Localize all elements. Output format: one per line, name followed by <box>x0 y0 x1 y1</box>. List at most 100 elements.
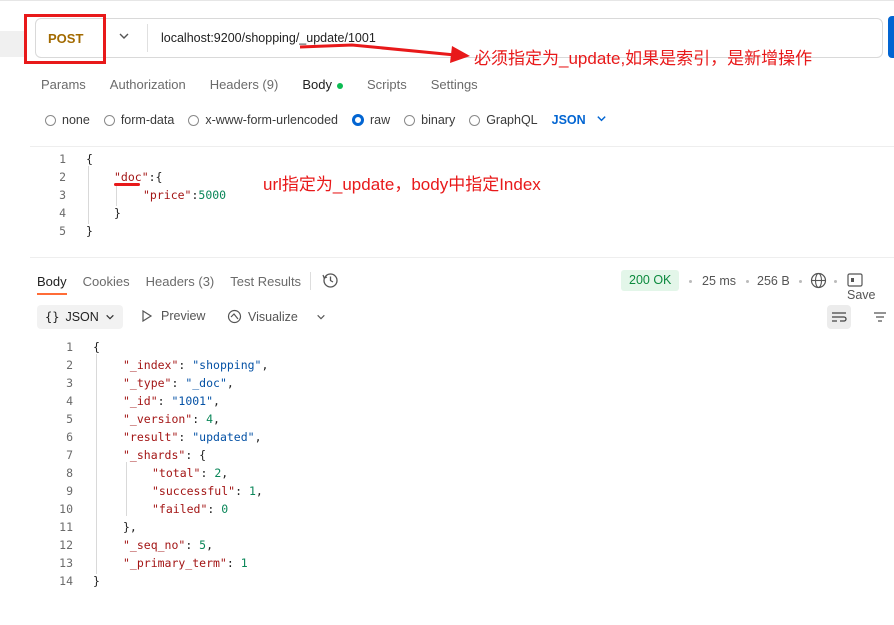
body-modified-dot <box>336 82 343 89</box>
tab-settings[interactable]: Settings <box>431 77 478 92</box>
code-line: "_primary_term": 1 <box>123 556 248 570</box>
save-response-button[interactable]: Save <box>847 273 894 302</box>
body-type-radios: none form-data x-www-form-urlencoded raw… <box>45 113 607 127</box>
line-number: 2 <box>59 170 66 184</box>
line-number: 6 <box>66 430 73 444</box>
play-icon <box>142 310 153 322</box>
visualize-icon <box>227 309 242 324</box>
code-key: "price" <box>143 188 192 202</box>
request-tabs: Params Authorization Headers (9) Body Sc… <box>41 77 502 92</box>
chevron-down-icon <box>317 314 325 319</box>
radio-circle[interactable] <box>469 114 481 126</box>
active-tab-indicator <box>37 293 67 295</box>
code-value: "shopping" <box>192 358 262 372</box>
tab-params[interactable]: Params <box>41 77 86 92</box>
response-format-select[interactable]: {} JSON <box>37 305 123 329</box>
radio-label: GraphQL <box>486 113 538 127</box>
radio-label: x-www-form-urlencoded <box>205 113 338 127</box>
tab-scripts[interactable]: Scripts <box>367 77 407 92</box>
resp-tab-cookies[interactable]: Cookies <box>83 274 130 289</box>
code-value: 1 <box>240 556 248 570</box>
radio-label: binary <box>421 113 456 127</box>
chevron-down-icon[interactable] <box>118 30 130 45</box>
line-number: 1 <box>66 340 73 354</box>
tab-authorization[interactable]: Authorization <box>110 77 186 92</box>
code-line: "_id": "1001", <box>123 394 220 408</box>
code-line: }, <box>123 520 137 534</box>
code-line: "result": "updated", <box>123 430 262 444</box>
separator-dot <box>834 280 837 283</box>
line-number: 14 <box>59 574 73 588</box>
resp-tab-test-results[interactable]: Test Results <box>230 274 301 289</box>
globe-icon[interactable] <box>810 272 827 292</box>
code-value: 4 <box>206 412 214 426</box>
radio-raw[interactable]: raw <box>352 113 390 127</box>
response-size[interactable]: 256 B <box>757 274 790 288</box>
indent-guide <box>88 166 89 224</box>
radio-none[interactable]: none <box>45 113 90 127</box>
code-value: "updated" <box>192 430 255 444</box>
line-number: 12 <box>59 538 73 552</box>
response-tabs: Body Cookies Headers (3) Test Results <box>37 274 317 289</box>
line-number: 3 <box>66 376 73 390</box>
code-brace: { <box>93 340 100 354</box>
line-number: 11 <box>59 520 73 534</box>
body-annotation: url指定为_update，body中指定Index <box>263 175 541 194</box>
code-brace: } <box>93 574 100 588</box>
resp-tab-headers[interactable]: Headers (3) <box>146 274 215 289</box>
wrap-lines-button[interactable] <box>827 305 851 329</box>
line-number: 5 <box>59 224 66 238</box>
tab-body[interactable]: Body <box>302 77 343 92</box>
code-line: "_version": 4, <box>123 412 220 426</box>
status-badge[interactable]: 200 OK <box>621 270 680 291</box>
radio-binary[interactable]: binary <box>404 113 455 127</box>
radio-form-data[interactable]: form-data <box>103 113 175 127</box>
code-brace: } <box>114 206 121 220</box>
url-annotation: 必须指定为_update,如果是索引，是新增操作 <box>474 49 813 68</box>
indent-guide <box>96 354 97 574</box>
line-number: 4 <box>59 206 66 220</box>
code-brace: { <box>86 152 93 166</box>
save-icon <box>847 273 863 287</box>
code-line: "price":5000 <box>143 188 227 202</box>
visualize-button[interactable]: Visualize <box>227 309 326 324</box>
indent-guide <box>116 184 117 206</box>
radio-graphql[interactable]: GraphQL <box>469 113 538 127</box>
radio-circle[interactable] <box>45 114 56 126</box>
filter-icon[interactable] <box>872 309 888 328</box>
code-key: "doc" <box>114 170 149 184</box>
code-value: 5000 <box>198 188 227 202</box>
request-body-editor[interactable] <box>30 146 894 258</box>
line-number: 2 <box>66 358 73 372</box>
annotation-underline <box>114 183 140 186</box>
line-number: 7 <box>66 448 73 462</box>
line-number: 10 <box>59 502 73 516</box>
radio-circle-checked[interactable] <box>352 114 364 126</box>
visualize-label: Visualize <box>248 309 298 324</box>
radio-circle[interactable] <box>188 114 200 126</box>
format-label: JSON <box>65 310 99 324</box>
chevron-down-icon[interactable] <box>596 113 607 127</box>
tab-headers[interactable]: Headers (9) <box>210 77 279 92</box>
radio-circle[interactable] <box>404 114 416 126</box>
radio-label: form-data <box>120 113 175 127</box>
code-value: 5 <box>199 538 207 552</box>
url-input[interactable]: localhost:9200/shopping/_update/1001 <box>161 31 376 45</box>
preview-button[interactable]: Preview <box>141 309 205 323</box>
tab-divider <box>310 272 311 290</box>
response-time[interactable]: 25 ms <box>702 274 736 288</box>
save-label: Save <box>847 288 876 302</box>
separator-dot <box>746 280 749 283</box>
history-icon[interactable] <box>322 272 339 292</box>
code-value: 2 <box>214 466 222 480</box>
resp-tab-body[interactable]: Body <box>37 274 67 289</box>
code-line: "_index": "shopping", <box>123 358 269 372</box>
body-format-select[interactable]: JSON <box>552 113 586 127</box>
line-number: 4 <box>66 394 73 408</box>
radio-urlencoded[interactable]: x-www-form-urlencoded <box>188 113 338 127</box>
code-line: "doc":{ <box>114 170 163 184</box>
line-number: 5 <box>66 412 73 426</box>
send-button[interactable] <box>888 16 894 58</box>
radio-circle[interactable] <box>103 114 115 126</box>
code-value: "_doc" <box>185 376 227 390</box>
